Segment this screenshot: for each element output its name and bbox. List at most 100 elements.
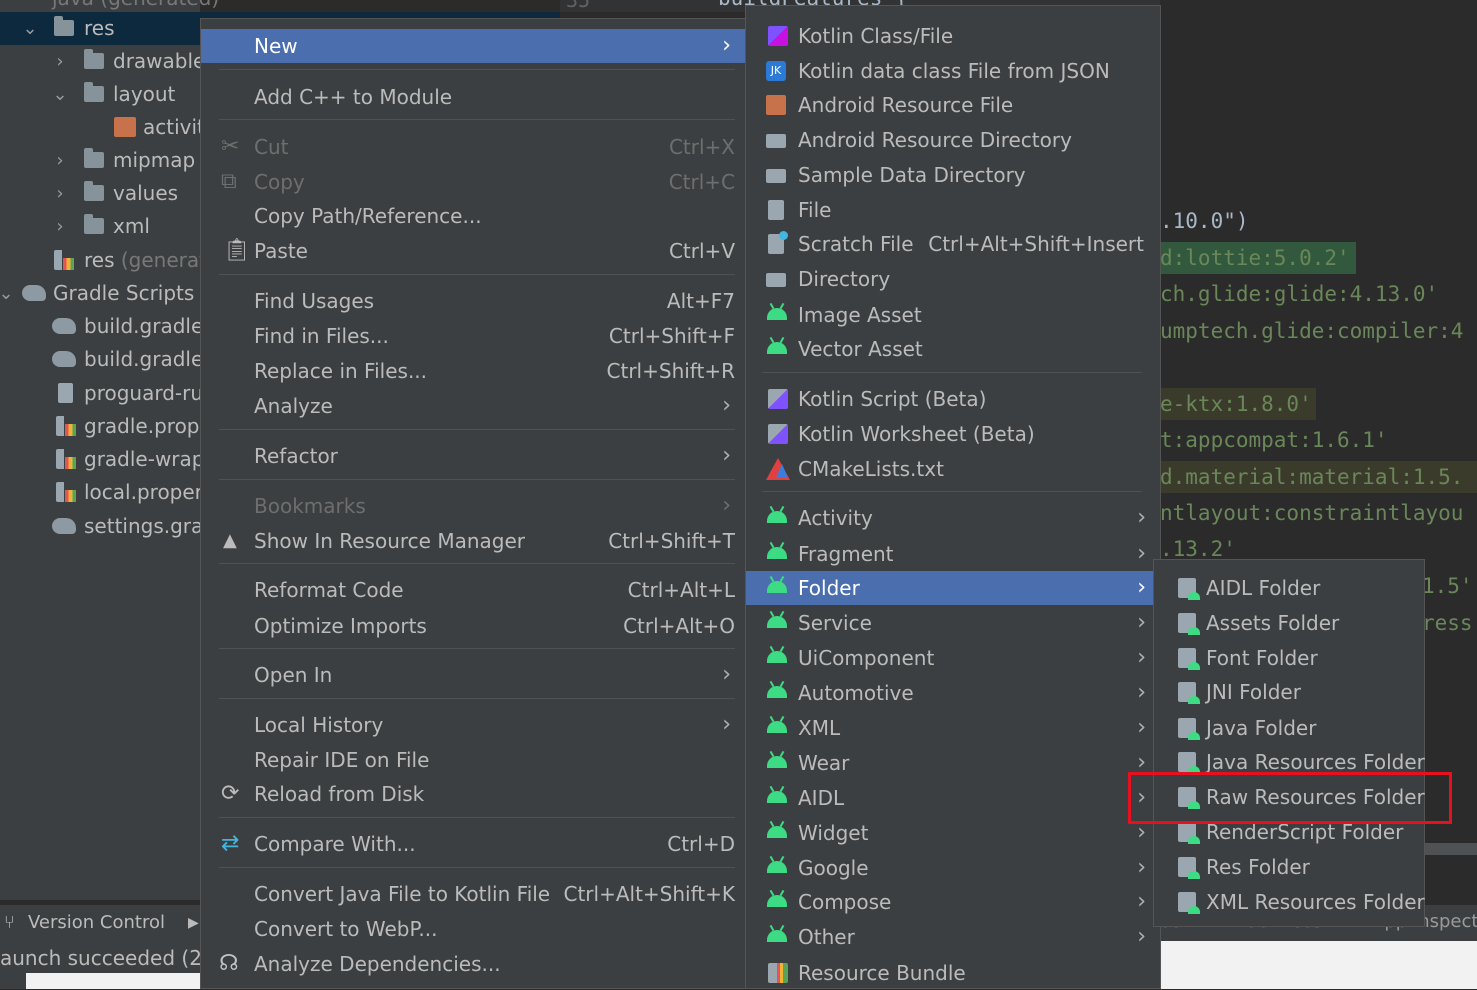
new-item-other[interactable]: Other › [746, 920, 1160, 954]
menu-item-convert-to-webp[interactable]: Convert to WebP... [201, 912, 745, 946]
new-item-android-resource-file[interactable]: Android Resource File [746, 88, 1160, 122]
new-item-directory[interactable]: Directory [746, 262, 1160, 296]
new-item-google[interactable]: Google › [746, 851, 1160, 885]
folder-item-jni[interactable]: JNI Folder [1154, 675, 1424, 709]
tree-item-build-gradle-module[interactable]: build.gradle [0, 343, 203, 376]
new-item-file[interactable]: File [746, 193, 1160, 227]
chevron-right-icon[interactable]: › [50, 144, 70, 177]
tree-item-gradle-properties[interactable]: gradle.prope [0, 410, 212, 443]
tree-item-mipmap[interactable]: › mipmap [0, 144, 200, 177]
menu-item-analyze[interactable]: Analyze › [201, 389, 745, 423]
menu-item-open-in[interactable]: Open In › [201, 658, 745, 692]
new-item-wear[interactable]: Wear › [746, 746, 1160, 780]
chevron-right-icon[interactable]: › [50, 45, 70, 78]
folder-item-res[interactable]: Res Folder [1154, 850, 1424, 884]
new-item-resource-bundle[interactable]: Resource Bundle [746, 956, 1160, 990]
menu-item-reformat-code[interactable]: Reformat Code Ctrl+Alt+L [201, 573, 745, 607]
menu-item-compare-with[interactable]: ⇄ Compare With... Ctrl+D [201, 827, 745, 861]
tree-item-values[interactable]: › values [0, 177, 200, 210]
folder-item-aidl[interactable]: AIDL Folder [1154, 571, 1424, 605]
tree-item-drawable[interactable]: › drawable [0, 45, 205, 78]
tree-item-xml[interactable]: › xml [0, 210, 200, 243]
folder-item-xml-resources[interactable]: XML Resources Folder [1154, 885, 1425, 919]
menu-item-add-cpp[interactable]: Add C++ to Module [201, 80, 745, 114]
tree-item-local-properties[interactable]: local.properti [0, 476, 216, 509]
menu-item-replace-in-files[interactable]: Replace in Files... Ctrl+Shift+R [201, 354, 745, 388]
new-item-widget[interactable]: Widget › [746, 816, 1160, 850]
code-line: 1.5' [1422, 574, 1473, 598]
new-item-cmakelists[interactable]: CMakeLists.txt [746, 452, 1160, 486]
gradle-icon [22, 285, 46, 301]
version-control-tab[interactable]: ⑂ Version Control ▶ [0, 905, 200, 941]
menu-item-copy-path[interactable]: Copy Path/Reference... [201, 199, 745, 233]
new-item-image-asset[interactable]: Image Asset [746, 298, 1160, 332]
menu-item-new[interactable]: New › [201, 29, 745, 63]
properties-file-icon [56, 482, 76, 502]
new-item-sample-data-directory[interactable]: Sample Data Directory [746, 158, 1160, 192]
tree-item-settings-gradle[interactable]: settings.grad [0, 510, 216, 543]
chevron-down-icon[interactable]: ⌄ [0, 277, 16, 310]
properties-file-icon [56, 416, 76, 436]
new-item-kotlin-worksheet[interactable]: Kotlin Worksheet (Beta) [746, 417, 1160, 451]
chevron-right-icon: › [1137, 855, 1146, 880]
android-icon [767, 721, 787, 733]
scrollbar[interactable] [1422, 843, 1477, 855]
new-item-aidl[interactable]: AIDL › [746, 781, 1160, 815]
new-item-xml[interactable]: XML › [746, 711, 1160, 745]
menu-item-find-in-files[interactable]: Find in Files... Ctrl+Shift+F [201, 319, 745, 353]
chevron-down-icon[interactable]: ⌄ [50, 78, 70, 111]
menu-item-bookmarks[interactable]: Bookmarks › [201, 489, 745, 523]
tree-item-res[interactable]: ⌄ res [0, 12, 200, 45]
menu-item-optimize-imports[interactable]: Optimize Imports Ctrl+Alt+O [201, 609, 745, 643]
status-strip [26, 973, 200, 989]
new-item-folder[interactable]: Folder › [746, 571, 1160, 605]
new-item-vector-asset[interactable]: Vector Asset [746, 332, 1160, 366]
compare-arrows-icon: ⇄ [221, 831, 240, 856]
play-icon[interactable]: ▶ [188, 905, 199, 941]
menu-item-refactor[interactable]: Refactor › [201, 439, 745, 473]
new-item-android-resource-directory[interactable]: Android Resource Directory [746, 123, 1160, 157]
folder-icon [84, 181, 104, 201]
tree-item-label: xml [113, 214, 150, 238]
folder-item-font[interactable]: Font Folder [1154, 641, 1424, 675]
tree-item-activity[interactable]: activity [0, 111, 217, 144]
new-item-kotlin-json[interactable]: JK Kotlin data class File from JSON [746, 54, 1160, 88]
menu-item-convert-java-to-kotlin[interactable]: Convert Java File to Kotlin File Ctrl+Al… [201, 877, 745, 911]
separator [219, 563, 735, 564]
android-icon [767, 930, 787, 942]
new-item-compose[interactable]: Compose › [746, 885, 1160, 919]
folder-item-assets[interactable]: Assets Folder [1154, 606, 1424, 640]
chevron-right-icon: › [722, 493, 731, 518]
menu-item-show-in-resource-manager[interactable]: ▲ Show In Resource Manager Ctrl+Shift+T [201, 524, 745, 558]
new-item-kotlin-class[interactable]: Kotlin Class/File [746, 19, 1160, 53]
tree-item-layout[interactable]: ⌄ layout [0, 78, 200, 111]
new-item-fragment[interactable]: Fragment › [746, 537, 1160, 571]
tree-item-build-gradle-project[interactable]: build.gradle [0, 310, 203, 343]
menu-item-reload-from-disk[interactable]: ⟳ Reload from Disk [201, 777, 745, 811]
new-item-uicomponent[interactable]: UiComponent › [746, 641, 1160, 675]
menu-item-find-usages[interactable]: Find Usages Alt+F7 [201, 284, 745, 318]
new-item-scratch-file[interactable]: Scratch File Ctrl+Alt+Shift+Insert [746, 227, 1160, 261]
tree-item-gradle-scripts[interactable]: ⌄ Gradle Scripts [0, 277, 200, 310]
new-item-automotive[interactable]: Automotive › [746, 676, 1160, 710]
separator [219, 698, 735, 699]
menu-item-paste[interactable]: 📋︎ Paste Ctrl+V [201, 234, 745, 268]
menu-item-repair-ide[interactable]: Repair IDE on File [201, 743, 745, 777]
menu-item-copy[interactable]: ⧉ Copy Ctrl+C [201, 165, 745, 199]
tree-item-label: layout [113, 82, 176, 106]
new-item-activity[interactable]: Activity › [746, 501, 1160, 535]
tree-item-proguard[interactable]: proguard-rul [0, 377, 209, 410]
gradle-icon [52, 351, 76, 367]
folder-item-java[interactable]: Java Folder [1154, 711, 1424, 745]
new-item-service[interactable]: Service › [746, 606, 1160, 640]
menu-item-analyze-dependencies[interactable]: ☊ Analyze Dependencies... [201, 947, 745, 981]
tree-item-gradle-wrapper[interactable]: gradle-wrapp [0, 443, 217, 476]
chevron-down-icon[interactable]: ⌄ [20, 12, 40, 45]
chevron-right-icon[interactable]: › [50, 210, 70, 243]
chevron-right-icon[interactable]: › [50, 177, 70, 210]
menu-item-local-history[interactable]: Local History › [201, 708, 745, 742]
tree-item-res-generated[interactable]: res (generate [0, 244, 219, 277]
new-item-kotlin-script[interactable]: Kotlin Script (Beta) [746, 382, 1160, 416]
separator [219, 119, 735, 120]
menu-item-cut[interactable]: ✂ Cut Ctrl+X [201, 130, 745, 164]
